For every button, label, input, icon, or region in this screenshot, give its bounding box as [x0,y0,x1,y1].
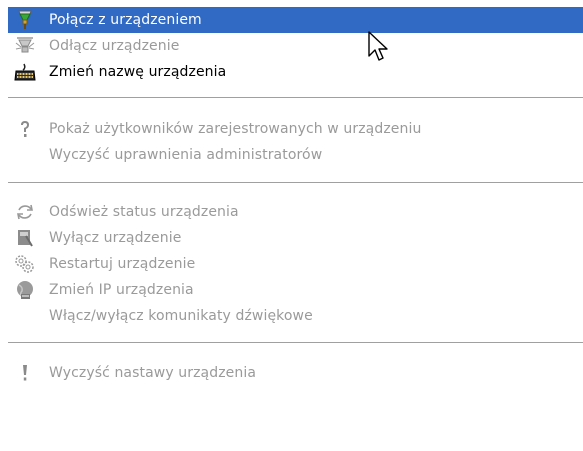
power-off-icon [14,227,36,249]
menu-item-label: Połącz z urządzeniem [49,12,202,28]
menu-separator [8,182,583,184]
menu-item-label: Odłącz urządzenie [49,38,180,54]
menu-item-clear-admin[interactable]: Wyczyść uprawnienia administratorów [8,142,583,168]
menu-item-label: Restartuj urządzenie [49,256,196,272]
menu-item-change-ip[interactable]: Zmień IP urządzenia [8,277,583,303]
menu-item-show-users[interactable]: Pokaż użytkowników zarejestrowanych w ur… [8,116,583,142]
menu-item-refresh-status[interactable]: Odśwież status urządzenia [8,199,583,225]
globe-network-icon [14,279,36,301]
menu-separator [8,97,583,99]
menu-separator [8,342,583,344]
menu-item-label: Pokaż użytkowników zarejestrowanych w ur… [49,121,422,137]
menu-item-label: Włącz/wyłącz komunikaty dźwiękowe [49,308,313,324]
menu-item-label: Zmień nazwę urządzenia [49,64,227,80]
disconnect-icon [14,35,36,57]
menu-item-label: Wyłącz urządzenie [49,230,182,246]
mouse-cursor-icon [368,31,388,61]
exclamation-icon [14,362,36,384]
restart-gears-icon [14,253,36,275]
empty-icon-slot [14,305,36,327]
menu-item-restart[interactable]: Restartuj urządzenie [8,251,583,277]
refresh-icon [14,201,36,223]
menu-item-label: Wyczyść nastawy urządzenia [49,365,257,381]
connect-icon [14,9,36,31]
menu-item-connect[interactable]: Połącz z urządzeniem [8,7,583,33]
empty-icon-slot [14,144,36,166]
device-context-menu: Połącz z urządzeniem Odłącz urządzenie Z… [0,0,583,451]
menu-item-disconnect[interactable]: Odłącz urządzenie [8,33,583,59]
menu-item-power-off[interactable]: Wyłącz urządzenie [8,225,583,251]
menu-item-label: Zmień IP urządzenia [49,282,194,298]
menu-item-toggle-sounds[interactable]: Włącz/wyłącz komunikaty dźwiękowe [8,303,583,329]
keyboard-icon [14,61,36,83]
question-icon [14,118,36,140]
menu-item-label: Odśwież status urządzenia [49,204,239,220]
menu-item-rename[interactable]: Zmień nazwę urządzenia [8,59,583,85]
menu-item-clear-settings[interactable]: Wyczyść nastawy urządzenia [8,360,583,386]
menu-item-label: Wyczyść uprawnienia administratorów [49,147,323,163]
